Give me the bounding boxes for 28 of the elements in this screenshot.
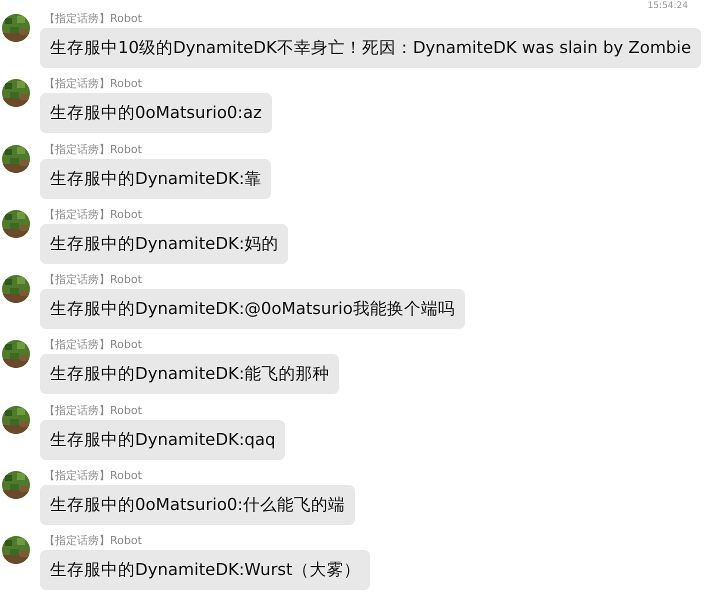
message-bubble: 生存服中的DynamiteDK:妈的 — [40, 224, 288, 264]
avatar-icon — [2, 471, 30, 500]
sender-name: 【指定话痨】Robot — [44, 534, 142, 548]
message-bubble: 生存服中的0oMatsurio0:az — [40, 93, 272, 134]
sender-name: 【指定话痨】Robot — [44, 338, 142, 352]
avatar-icon — [2, 536, 30, 564]
sender-name: 【指定话痨】Robot — [44, 142, 142, 157]
sender-name: 【指定话痨】Robot — [44, 273, 142, 288]
avatar-icon — [2, 406, 30, 434]
sender-name: 【指定话痨】Robot — [44, 12, 142, 26]
timestamp: 15:54:24 — [648, 1, 688, 12]
sender-name: 【指定话痨】Robot — [44, 208, 142, 222]
message-bubble: 生存服中的DynamiteDK:靠 — [40, 158, 272, 199]
message-bubble: 生存服中的DynamiteDK:@0oMatsurio我能换个端吗 — [40, 289, 465, 330]
message-bubble: 生存服中的0oMatsurio0:什么能飞的端 — [40, 485, 355, 526]
avatar-icon — [2, 79, 30, 108]
sender-name: 【指定话痨】Robot — [44, 469, 142, 484]
avatar-icon — [2, 144, 30, 173]
avatar-icon — [2, 275, 30, 304]
message-bubble: 生存服中10级的DynamiteDK不幸身亡！死因：DynamiteDK was slain by Zombie — [40, 28, 702, 68]
message-bubble: 生存服中的DynamiteDK:Wurst（大雾） — [40, 550, 370, 590]
avatar-icon — [2, 14, 30, 42]
sender-name: 【指定话痨】Robot — [44, 77, 142, 92]
sender-name: 【指定话痨】Robot — [44, 404, 142, 418]
message-bubble: 生存服中的DynamiteDK:能飞的那种 — [40, 354, 340, 394]
avatar-icon — [2, 210, 30, 238]
avatar-icon — [2, 340, 30, 368]
message-bubble: 生存服中的DynamiteDK:qaq — [40, 420, 286, 460]
